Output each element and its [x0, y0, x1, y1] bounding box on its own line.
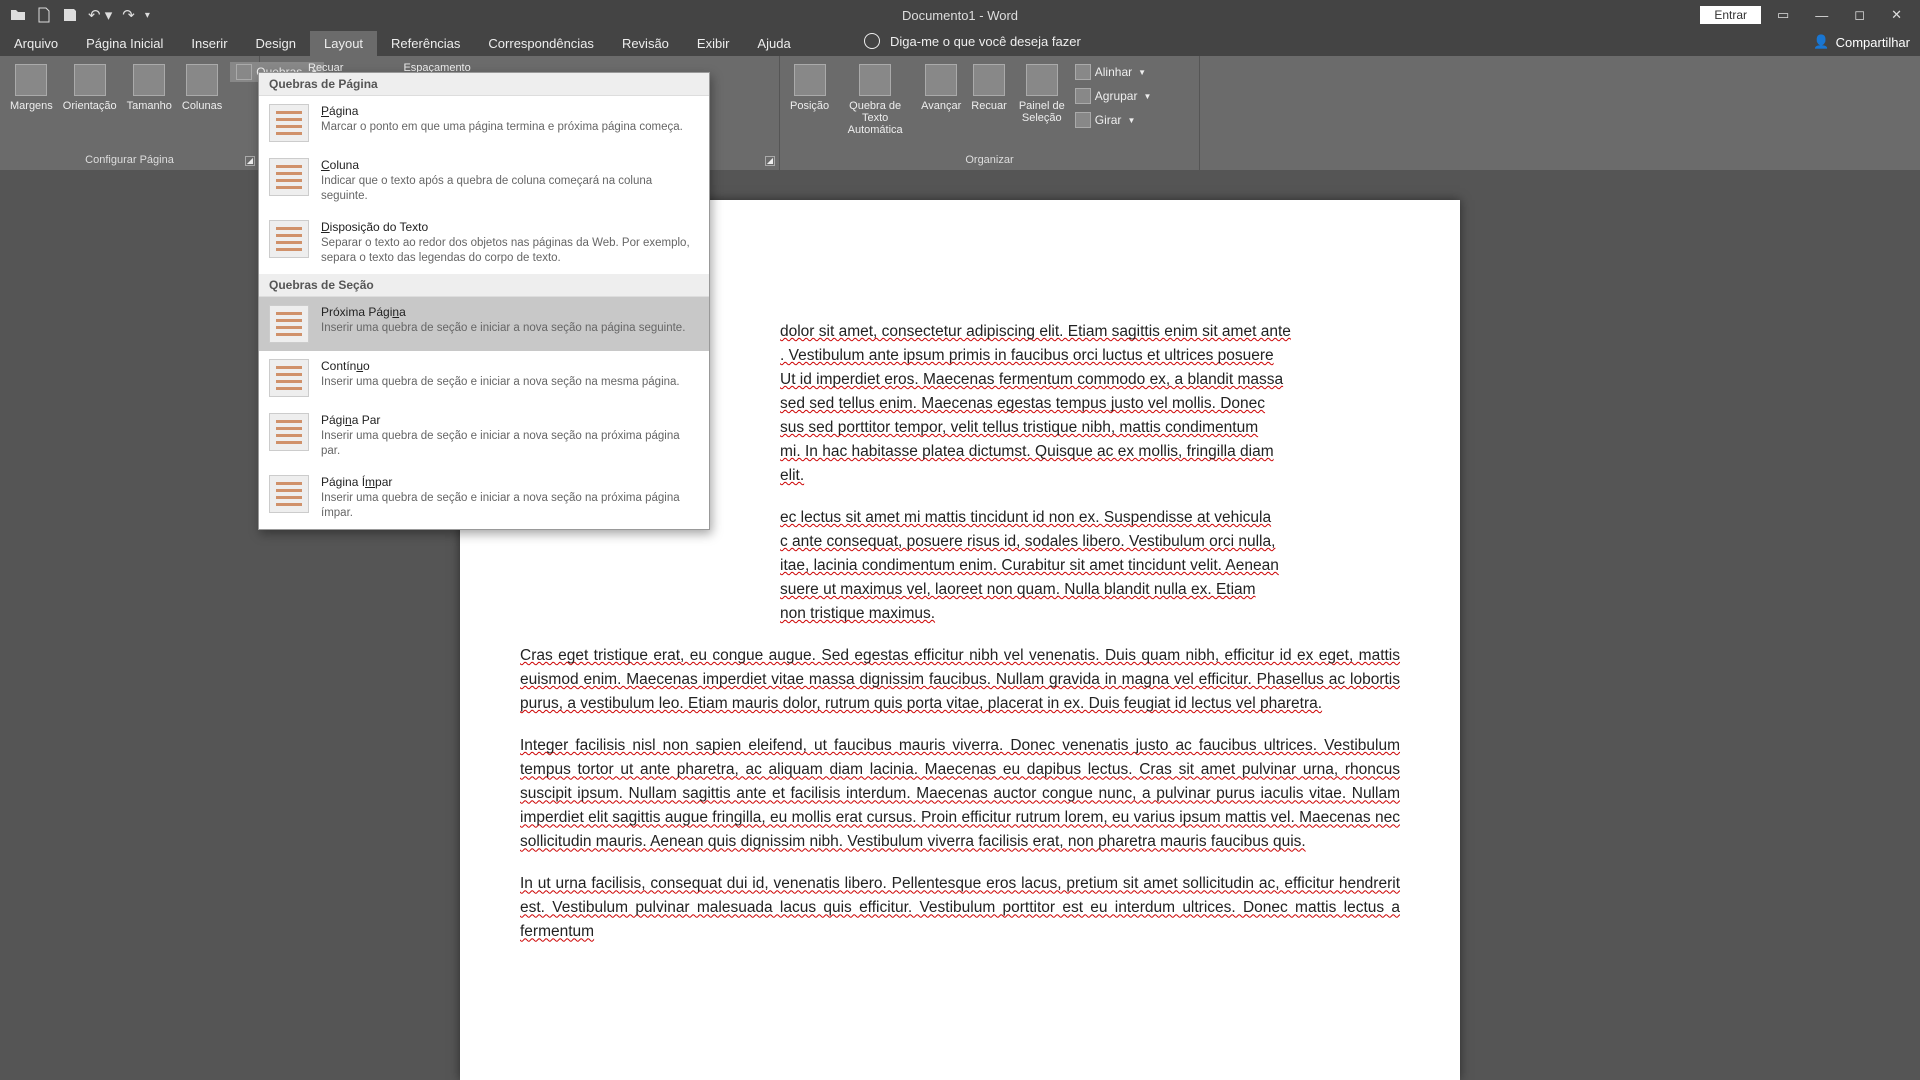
break-disposicao-desc: Separar o texto ao redor dos objetos nas…	[321, 236, 699, 266]
break-coluna-desc: Indicar que o texto após a quebra de col…	[321, 174, 699, 204]
tell-me-search[interactable]: Diga-me o que você deseja fazer	[864, 33, 1081, 49]
tab-correspondencias[interactable]: Correspondências	[474, 31, 608, 56]
break-pagina-impar[interactable]: Página ÍmparInserir uma quebra de seção …	[259, 467, 709, 529]
break-continuo-desc: Inserir uma quebra de seção e iniciar a …	[321, 375, 699, 390]
break-pagina-desc: Marcar o ponto em que uma página termina…	[321, 120, 699, 135]
signin-button[interactable]: Entrar	[1700, 6, 1761, 24]
tamanho-button[interactable]: Tamanho	[125, 60, 174, 116]
folder-icon[interactable]	[10, 7, 26, 23]
bring-forward-icon	[925, 64, 957, 96]
break-pagina-par[interactable]: Página ParInserir uma quebra de seção e …	[259, 405, 709, 467]
dialog-launcher-config-pagina[interactable]: ◢	[245, 156, 255, 166]
break-proxima-pagina[interactable]: Próxima PáginaInserir uma quebra de seçã…	[259, 297, 709, 351]
tab-arquivo[interactable]: Arquivo	[0, 31, 72, 56]
text-wrap-break-icon	[269, 220, 309, 258]
recuar-button[interactable]: Recuar	[969, 60, 1008, 116]
undo-icon[interactable]: ↶ ▾	[88, 6, 112, 24]
posicao-button[interactable]: Posição	[788, 60, 831, 116]
margens-button[interactable]: Margens	[8, 60, 55, 116]
next-page-break-icon	[269, 305, 309, 343]
break-pagina[interactable]: PáginaMarcar o ponto em que uma página t…	[259, 96, 709, 150]
quebra-texto-button[interactable]: Quebra de Texto Automática	[837, 60, 913, 140]
agrupar-button[interactable]: Agrupar▼	[1075, 86, 1152, 106]
page-break-icon	[269, 104, 309, 142]
tab-referencias[interactable]: Referências	[377, 31, 474, 56]
tab-design[interactable]: Design	[242, 31, 310, 56]
bulb-icon	[864, 33, 880, 49]
quebras-dropdown: Quebras de Página PáginaMarcar o ponto e…	[258, 72, 710, 530]
tab-inserir[interactable]: Inserir	[177, 31, 241, 56]
group-configurar-pagina: Margens Orientação Tamanho Colunas Quebr…	[0, 56, 260, 170]
quick-access-toolbar: ↶ ▾ ↷ ▾	[0, 6, 160, 24]
selection-pane-icon	[1026, 64, 1058, 96]
columns-icon	[186, 64, 218, 96]
alinhar-button[interactable]: Alinhar▼	[1075, 62, 1152, 82]
minimize-icon[interactable]: —	[1805, 4, 1838, 27]
paragraph-4: Integer facilisis nisl non sapien eleife…	[520, 734, 1400, 854]
tab-layout[interactable]: Layout	[310, 31, 377, 56]
rotate-icon	[1075, 112, 1091, 128]
group-organizar: Posição Quebra de Texto Automática Avanç…	[780, 56, 1200, 170]
group-label-organizar: Organizar	[788, 154, 1191, 168]
new-doc-icon[interactable]	[36, 7, 52, 23]
size-icon	[133, 64, 165, 96]
document-title: Documento1 - Word	[902, 8, 1018, 23]
breaks-icon	[236, 64, 252, 80]
title-bar: ↶ ▾ ↷ ▾ Documento1 - Word Entrar ▭ — ◻ ✕	[0, 0, 1920, 30]
ribbon-display-icon[interactable]: ▭	[1767, 3, 1799, 27]
redo-icon[interactable]: ↷	[122, 6, 135, 24]
break-disposicao[interactable]: Disposição do TextoSeparar o texto ao re…	[259, 212, 709, 274]
tab-revisao[interactable]: Revisão	[608, 31, 683, 56]
close-icon[interactable]: ✕	[1881, 3, 1912, 27]
maximize-icon[interactable]: ◻	[1844, 3, 1875, 27]
save-icon[interactable]	[62, 7, 78, 23]
painel-selecao-button[interactable]: Painel de Seleção	[1015, 60, 1069, 128]
tab-exibir[interactable]: Exibir	[683, 31, 744, 56]
avancar-button[interactable]: Avançar	[919, 60, 963, 116]
align-icon	[1075, 64, 1091, 80]
dropdown-header-section-breaks: Quebras de Seção	[259, 274, 709, 297]
position-icon	[794, 64, 826, 96]
break-par-desc: Inserir uma quebra de seção e iniciar a …	[321, 429, 699, 459]
send-backward-icon	[973, 64, 1005, 96]
group-label-config-pagina: Configurar Página	[8, 154, 251, 168]
break-proxima-desc: Inserir uma quebra de seção e iniciar a …	[321, 321, 699, 336]
orientacao-button[interactable]: Orientação	[61, 60, 119, 116]
margins-icon	[15, 64, 47, 96]
tab-pagina-inicial[interactable]: Página Inicial	[72, 31, 177, 56]
group-icon	[1075, 88, 1091, 104]
odd-page-break-icon	[269, 475, 309, 513]
column-break-icon	[269, 158, 309, 196]
paragraph-5: In ut urna facilisis, consequat dui id, …	[520, 872, 1400, 944]
dialog-launcher-paragrafo[interactable]: ◢	[765, 156, 775, 166]
tab-ajuda[interactable]: Ajuda	[743, 31, 804, 56]
even-page-break-icon	[269, 413, 309, 451]
girar-button[interactable]: Girar▼	[1075, 110, 1152, 130]
break-continuo[interactable]: ContínuoInserir uma quebra de seção e in…	[259, 351, 709, 405]
qat-customize-icon[interactable]: ▾	[145, 10, 150, 21]
person-icon: 👤	[1813, 34, 1829, 50]
orientation-icon	[74, 64, 106, 96]
break-pagina-title: ágina	[329, 104, 358, 118]
tell-me-placeholder: Diga-me o que você deseja fazer	[890, 34, 1081, 49]
break-impar-desc: Inserir uma quebra de seção e iniciar a …	[321, 491, 699, 521]
share-button[interactable]: 👤 Compartilhar	[1813, 34, 1910, 50]
paragraph-3: Cras eget tristique erat, eu congue augu…	[520, 644, 1400, 716]
dropdown-header-page-breaks: Quebras de Página	[259, 73, 709, 96]
ribbon-tabs: Arquivo Página Inicial Inserir Design La…	[0, 30, 1920, 56]
continuous-break-icon	[269, 359, 309, 397]
colunas-button[interactable]: Colunas	[180, 60, 224, 116]
break-coluna[interactable]: ColunaIndicar que o texto após a quebra …	[259, 150, 709, 212]
wrap-text-icon	[859, 64, 891, 96]
